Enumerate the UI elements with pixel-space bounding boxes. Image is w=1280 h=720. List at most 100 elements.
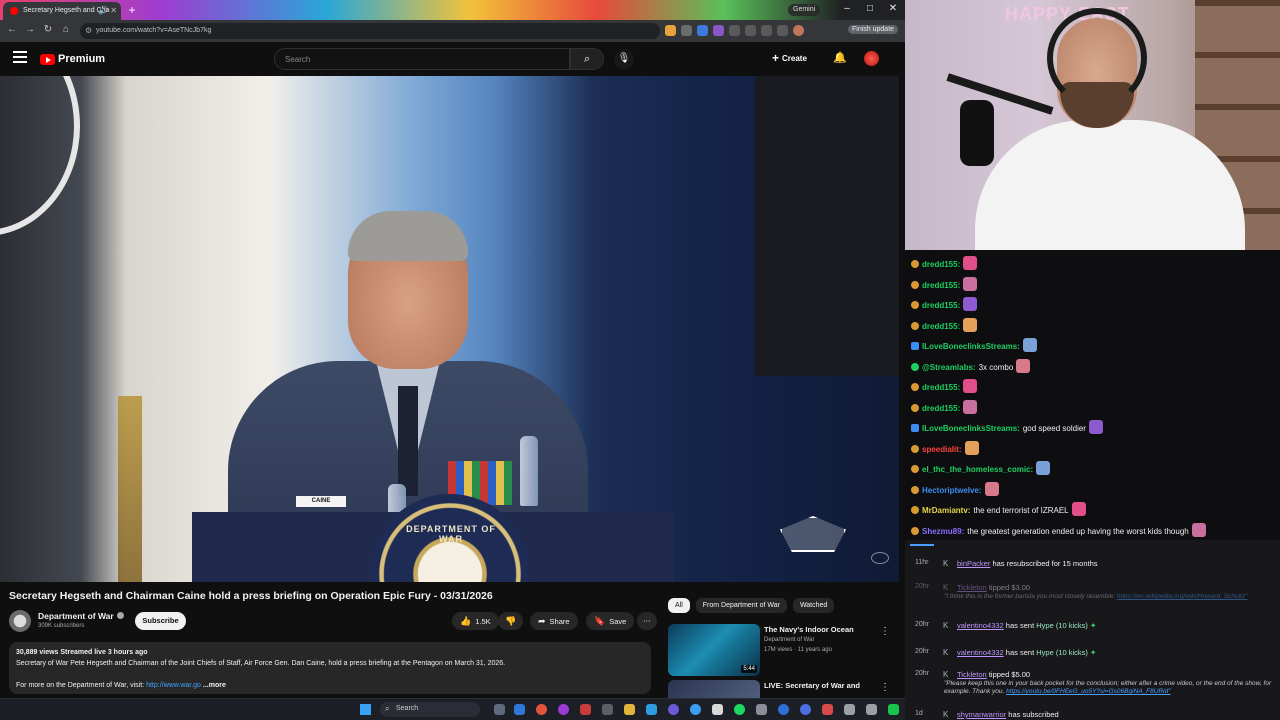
channel-watermark-icon[interactable]: [871, 552, 889, 564]
app-icon[interactable]: [888, 704, 899, 715]
new-tab-icon[interactable]: +: [125, 3, 139, 17]
chat-username[interactable]: Hectoriptwelve:: [922, 486, 982, 495]
gemini-button[interactable]: Gemini: [788, 4, 821, 16]
video-thumbnail[interactable]: 5:44: [668, 624, 760, 676]
extension-icon[interactable]: [761, 25, 772, 36]
account-avatar[interactable]: [864, 51, 879, 66]
app-icon[interactable]: [690, 704, 701, 715]
video-thumbnail[interactable]: [668, 680, 760, 698]
channel-avatar[interactable]: [9, 610, 31, 632]
app-icon[interactable]: [756, 704, 767, 715]
app-icon[interactable]: [646, 704, 657, 715]
more-options-icon[interactable]: ⋮: [880, 626, 890, 637]
event-user[interactable]: Tickleton: [957, 670, 987, 679]
share-button[interactable]: ➦ Share: [530, 612, 578, 630]
edge-icon[interactable]: [514, 704, 525, 715]
chat-username[interactable]: dredd155:: [922, 404, 960, 413]
event-user[interactable]: binPacker: [957, 559, 990, 568]
app-icon[interactable]: [844, 704, 855, 715]
chat-username[interactable]: dredd155:: [922, 281, 960, 290]
url-field[interactable]: ⚙ youtube.com/watch?v=AseTNcJb7kg: [80, 23, 660, 39]
extension-icon[interactable]: [681, 25, 692, 36]
chat-panel: dredd155: dredd155: dredd155: dredd155: ILov…: [905, 250, 1280, 540]
chip-all[interactable]: All: [668, 598, 690, 613]
task-view-icon[interactable]: [494, 704, 505, 715]
chat-username[interactable]: dredd155:: [922, 322, 960, 331]
extension-icon[interactable]: [697, 25, 708, 36]
browser-tab[interactable]: Secretary Hegseth and Cha 🔊 ✕: [3, 2, 121, 20]
back-icon[interactable]: ←: [5, 24, 19, 35]
recommended-title[interactable]: LIVE: Secretary of War and: [764, 681, 886, 691]
chat-username[interactable]: ILoveBoneclinksStreams:: [922, 342, 1020, 351]
home-icon[interactable]: ⌂: [59, 24, 73, 35]
show-more-link[interactable]: ...more: [203, 682, 226, 689]
chat-username[interactable]: MrDamiantv:: [922, 506, 970, 515]
event-link[interactable]: https://en.wikipedia.org/wiki/Howard_Sch…: [1117, 593, 1248, 600]
profile-icon[interactable]: [793, 25, 804, 36]
extension-icon[interactable]: [777, 25, 788, 36]
spotify-icon[interactable]: [734, 704, 745, 715]
youtube-logo[interactable]: Premium: [40, 53, 105, 65]
finish-update-button[interactable]: Finish update: [848, 25, 899, 34]
more-actions-icon[interactable]: ⋯: [637, 612, 657, 630]
extension-icon[interactable]: [729, 25, 740, 36]
taskbar-search[interactable]: ⌕ Search: [380, 702, 480, 717]
extension-icon[interactable]: [713, 25, 724, 36]
subscribe-button[interactable]: Subscribe: [135, 612, 186, 630]
chat-username[interactable]: dredd155:: [922, 301, 960, 310]
chat-username[interactable]: dredd155:: [922, 383, 960, 392]
recommended-channel[interactable]: Department of War: [764, 637, 814, 643]
save-button[interactable]: 🔖 Save: [586, 612, 635, 630]
event-user[interactable]: Tickleton: [957, 583, 987, 592]
notifications-bell-icon[interactable]: 🔔: [833, 51, 847, 64]
extension-icon[interactable]: [665, 25, 676, 36]
more-options-icon[interactable]: ⋮: [880, 682, 890, 693]
app-icon[interactable]: [580, 704, 591, 715]
app-icon[interactable]: [822, 704, 833, 715]
minimize-icon[interactable]: –: [838, 3, 856, 14]
like-button[interactable]: 👍 1.5K: [452, 612, 499, 630]
reload-icon[interactable]: ↻: [41, 24, 55, 35]
chat-username[interactable]: Shezmu89:: [922, 527, 964, 536]
file-explorer-icon[interactable]: [624, 704, 635, 715]
dislike-button[interactable]: 👎: [498, 612, 524, 630]
chat-username[interactable]: dredd155:: [922, 260, 960, 269]
start-menu-icon[interactable]: [360, 704, 371, 715]
app-icon[interactable]: [602, 704, 613, 715]
search-icon[interactable]: ⌕: [570, 48, 604, 70]
app-icon[interactable]: [668, 704, 679, 715]
chat-username[interactable]: speedialit:: [922, 445, 962, 454]
app-icon[interactable]: [712, 704, 723, 715]
chip-from-channel[interactable]: From Department of War: [695, 598, 787, 613]
recommended-title[interactable]: The Navy's Indoor Ocean: [764, 625, 886, 635]
extension-icon[interactable]: [745, 25, 756, 36]
description-link[interactable]: http://www.war.go: [146, 682, 201, 689]
forward-icon[interactable]: →: [23, 24, 37, 35]
event-user[interactable]: valentino4332: [957, 648, 1004, 657]
app-icon[interactable]: [558, 704, 569, 715]
chat-username[interactable]: el_thc_the_homeless_comic:: [922, 465, 1033, 474]
recommended-video[interactable]: 5:44 The Navy's Indoor Ocean Department …: [668, 624, 898, 678]
chrome-icon[interactable]: [536, 704, 547, 715]
channel-name[interactable]: Department of War: [38, 611, 124, 621]
app-icon[interactable]: [866, 704, 877, 715]
description-box[interactable]: 30,889 views Streamed live 3 hours ago S…: [9, 642, 651, 694]
site-info-icon[interactable]: ⚙: [85, 26, 92, 35]
menu-icon[interactable]: [13, 51, 27, 65]
video-player[interactable]: CAINE DEPARTMENT OF WAR: [0, 76, 899, 582]
chat-username[interactable]: ILoveBoneclinksStreams:: [922, 424, 1020, 433]
search-input[interactable]: Search: [274, 48, 570, 70]
event-link[interactable]: https://youtu.be/0FHEeG_uo5Y?si=Gs06BgiN…: [1006, 688, 1170, 695]
recommended-video[interactable]: LIVE: Secretary of War and ⋮: [668, 680, 898, 698]
event-user[interactable]: valentino4332: [957, 621, 1004, 630]
chat-username[interactable]: @Streamlabs:: [922, 363, 976, 372]
event-user[interactable]: shymanwarrior: [957, 710, 1006, 719]
create-button[interactable]: + Create: [772, 51, 807, 65]
app-icon[interactable]: [800, 704, 811, 715]
maximize-icon[interactable]: □: [861, 3, 879, 14]
app-icon[interactable]: [778, 704, 789, 715]
tab-close-icon[interactable]: 🔊 ✕: [98, 6, 117, 15]
microphone-icon[interactable]: 🎙: [614, 49, 634, 69]
chip-watched[interactable]: Watched: [792, 598, 835, 613]
close-window-icon[interactable]: ✕: [884, 3, 902, 14]
